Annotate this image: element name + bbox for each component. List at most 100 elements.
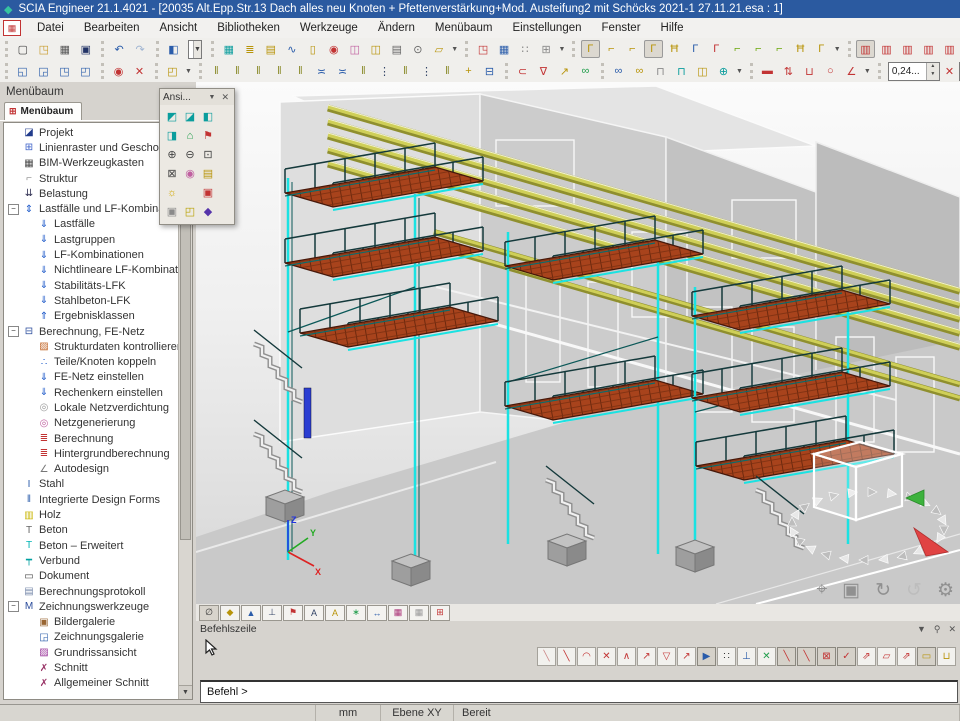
toolbar-button[interactable]: ∠	[842, 62, 861, 80]
tree-item[interactable]: − ≣ Berechnung	[4, 431, 178, 446]
toolbar-button[interactable]: ▢	[13, 40, 32, 58]
snap-mode-button[interactable]: ╲	[557, 647, 576, 666]
toolbar-grip[interactable]	[199, 63, 202, 79]
menu-item[interactable]: Bibliotheken	[207, 18, 290, 38]
tree-item[interactable]: − ⇓ FE-Netz einstellen	[4, 370, 178, 385]
toolbar-grip[interactable]	[505, 63, 508, 79]
toolbar-button[interactable]: ⇅	[779, 62, 798, 80]
toolbar-button[interactable]: Γ	[581, 40, 600, 58]
toolbar-button[interactable]: ◰	[163, 62, 182, 80]
snap-mode-button[interactable]: ✕	[597, 647, 616, 666]
toolbar-button[interactable]: ◧	[164, 40, 183, 58]
tree-item[interactable]: − ⇊ Belastung	[4, 186, 178, 201]
tree-item[interactable]: − I Stahl	[4, 477, 178, 492]
view-tool-button[interactable]: ☼	[164, 184, 180, 201]
toolbar-button[interactable]: ⊔	[800, 62, 819, 80]
toolbar-button[interactable]: Γ	[812, 40, 831, 58]
snap-mode-button[interactable]: ▶	[697, 647, 716, 666]
snap-mode-button[interactable]: ⇗	[857, 647, 876, 666]
toolbar-button[interactable]: ⌐	[602, 40, 621, 58]
toolbar-button[interactable]: ◰	[76, 62, 95, 80]
tree-item[interactable]: − ‖ Integrierte Design Forms	[4, 492, 178, 507]
snap-mode-button[interactable]: ✓	[837, 647, 856, 666]
tree-item[interactable]: − ◲ Zeichnungsgalerie	[4, 630, 178, 645]
toolbar-button[interactable]: ‖	[207, 62, 226, 80]
snap-mode-button[interactable]: ⊥	[737, 647, 756, 666]
tree-item[interactable]: − ▦ BIM-Werkzeugkasten	[4, 156, 178, 171]
tree-item[interactable]: − ⊟ Berechnung, FE-Netz	[4, 324, 178, 339]
view-setting-button[interactable]: A	[325, 605, 345, 621]
toolbar-button[interactable]: ▬	[758, 62, 777, 80]
ansicht-floating-toolbar[interactable]: Ansi... ▼ ✕ ◩◪◧◨⌂⚑⊕⊖⊡⊠◉▤☼▣▣◰◆	[159, 88, 235, 225]
tree-expander[interactable]: −	[8, 601, 19, 612]
toolbar-grip[interactable]	[601, 63, 604, 79]
tree-item[interactable]: − ▥ Holz	[4, 507, 178, 522]
toolbar-button[interactable]: ↷	[131, 40, 150, 58]
view-setting-button[interactable]: ∅	[199, 605, 219, 621]
toolbar-button[interactable]: ≍	[333, 62, 352, 80]
toolbar-grip[interactable]	[101, 63, 104, 79]
toolbar-button[interactable]: ▣	[76, 40, 95, 58]
toolbar-button[interactable]: ‖	[228, 62, 247, 80]
toolbar-button[interactable]: ▦	[219, 40, 238, 58]
toolbar-button[interactable]: ∿	[282, 40, 301, 58]
toolbar-button[interactable]: ◉	[109, 62, 128, 80]
view-setting-button[interactable]: ▲	[241, 605, 261, 621]
toolbar-grip[interactable]	[572, 41, 575, 57]
toolbar-button[interactable]: ⊕	[714, 62, 733, 80]
toolbar-grip[interactable]	[878, 63, 881, 79]
view-tool-button[interactable]	[182, 184, 198, 201]
toolbar-button[interactable]: ≣	[240, 40, 259, 58]
toolbar-button[interactable]: ▥	[919, 40, 938, 58]
tree-item[interactable]: − ┯ Verbund	[4, 553, 178, 568]
snap-mode-button[interactable]: ╲	[537, 647, 556, 666]
tab-menubaum[interactable]: ⊞ Menübaum	[4, 102, 82, 120]
tree-item[interactable]: − ◎ Lokale Netzverdichtung	[4, 400, 178, 415]
toolbar-button[interactable]: ▯	[303, 40, 322, 58]
close-icon[interactable]: ✕	[219, 92, 231, 103]
toolbar-button[interactable]: ∇	[534, 62, 553, 80]
tree-item[interactable]: − ⇓ Lastgruppen	[4, 232, 178, 247]
viewport-tool-button[interactable]: ⌖	[816, 579, 827, 602]
snap-mode-button[interactable]: ▱	[877, 647, 896, 666]
toolbar-button[interactable]: ⌐	[728, 40, 747, 58]
toolbar-button[interactable]: ◉	[324, 40, 343, 58]
toolbar-button[interactable]: ⌐	[749, 40, 768, 58]
toolbar-button[interactable]: ∷	[516, 40, 535, 58]
toolbar-button[interactable]: ↗	[555, 62, 574, 80]
tree-expander[interactable]: −	[8, 326, 19, 337]
toolbar-grip[interactable]	[211, 41, 214, 57]
toolbar-button[interactable]: ≍	[312, 62, 331, 80]
tree-item[interactable]: − ▭ Dokument	[4, 569, 178, 584]
snap-mode-button[interactable]: ⇗	[897, 647, 916, 666]
status-units[interactable]: mm	[316, 705, 381, 721]
toolbar-button[interactable]: ◫	[366, 40, 385, 58]
tree-item[interactable]: − ⇓ Stabilitäts-LFK	[4, 278, 178, 293]
view-setting-button[interactable]: ⚑	[283, 605, 303, 621]
tree-item[interactable]: − T Beton – Erweitert	[4, 538, 178, 553]
toolbar-button[interactable]: Γ	[707, 40, 726, 58]
tree-item[interactable]: − ∴ Teile/Knoten koppeln	[4, 354, 178, 369]
tree-item[interactable]: − ⇓ Lastfälle	[4, 217, 178, 232]
snap-mode-button[interactable]: ⊔	[937, 647, 956, 666]
toolbar-button[interactable]: ‖	[270, 62, 289, 80]
offset-spinner[interactable]: 0,24... ▲▼	[888, 62, 940, 81]
view-tool-button[interactable]: ◉	[182, 165, 198, 182]
tree-item[interactable]: − M Zeichnungswerkzeuge	[4, 599, 178, 614]
tree-item[interactable]: − ▣ Bildergalerie	[4, 615, 178, 630]
dropdown-caret[interactable]: ▼	[451, 46, 458, 53]
toolbar-button[interactable]: ▱	[429, 40, 448, 58]
viewport-tool-button[interactable]: ↻	[875, 579, 891, 602]
view-setting-button[interactable]: ⊞	[430, 605, 450, 621]
scrollbar-down-button[interactable]: ▼	[179, 685, 192, 699]
view-setting-button[interactable]: ⊥	[262, 605, 282, 621]
title-bar[interactable]: ◆ SCIA Engineer 21.1.4021 - [20035 Alt.E…	[0, 0, 960, 18]
menu-item[interactable]: Werkzeuge	[290, 18, 368, 38]
tree-item[interactable]: − ⇓ Rechenkern einstellen	[4, 385, 178, 400]
snap-mode-button[interactable]: ▭	[917, 647, 936, 666]
snap-mode-button[interactable]: ↗	[677, 647, 696, 666]
toolbar-button[interactable]: ◫	[345, 40, 364, 58]
snap-mode-button[interactable]: ⊠	[817, 647, 836, 666]
toolbar-button[interactable]: ▦	[495, 40, 514, 58]
toolbar-button[interactable]: ‖	[396, 62, 415, 80]
